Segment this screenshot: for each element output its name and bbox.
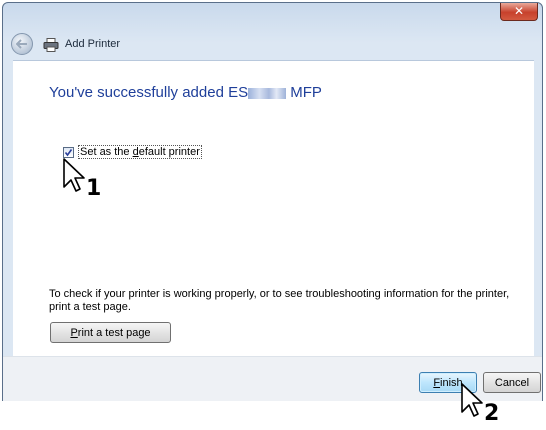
- window-title: Add Printer: [65, 38, 121, 50]
- close-icon: ✕: [513, 4, 525, 18]
- redacted-model-name: [248, 87, 287, 99]
- step-2-label: 2: [484, 401, 500, 426]
- step-1-label: 1: [86, 176, 102, 201]
- cursor-arrow-icon: [63, 158, 85, 192]
- cancel-button[interactable]: Cancel: [483, 372, 541, 393]
- checkmark-icon: [64, 148, 73, 156]
- default-printer-label[interactable]: Set as the default printer: [78, 145, 202, 159]
- add-printer-window: ✕ Add Printer You've successfully added …: [2, 2, 543, 401]
- printer-icon: [43, 37, 59, 52]
- wizard-header: Add Printer: [11, 32, 120, 56]
- test-page-info: To check if your printer is working prop…: [49, 288, 510, 313]
- page-headline: You've successfully added ES MFP: [49, 84, 322, 101]
- default-printer-checkbox[interactable]: [63, 146, 74, 158]
- back-button[interactable]: [11, 33, 33, 55]
- close-button[interactable]: ✕: [500, 3, 538, 21]
- print-test-page-button[interactable]: Print a test page: [50, 322, 171, 343]
- wizard-content: You've successfully added ES MFP Set as …: [13, 60, 534, 357]
- headline-suffix: MFP: [286, 84, 322, 101]
- headline-prefix: You've successfully added ES: [49, 84, 249, 101]
- cursor-arrow-icon: [461, 383, 483, 417]
- back-arrow-icon: [16, 39, 27, 49]
